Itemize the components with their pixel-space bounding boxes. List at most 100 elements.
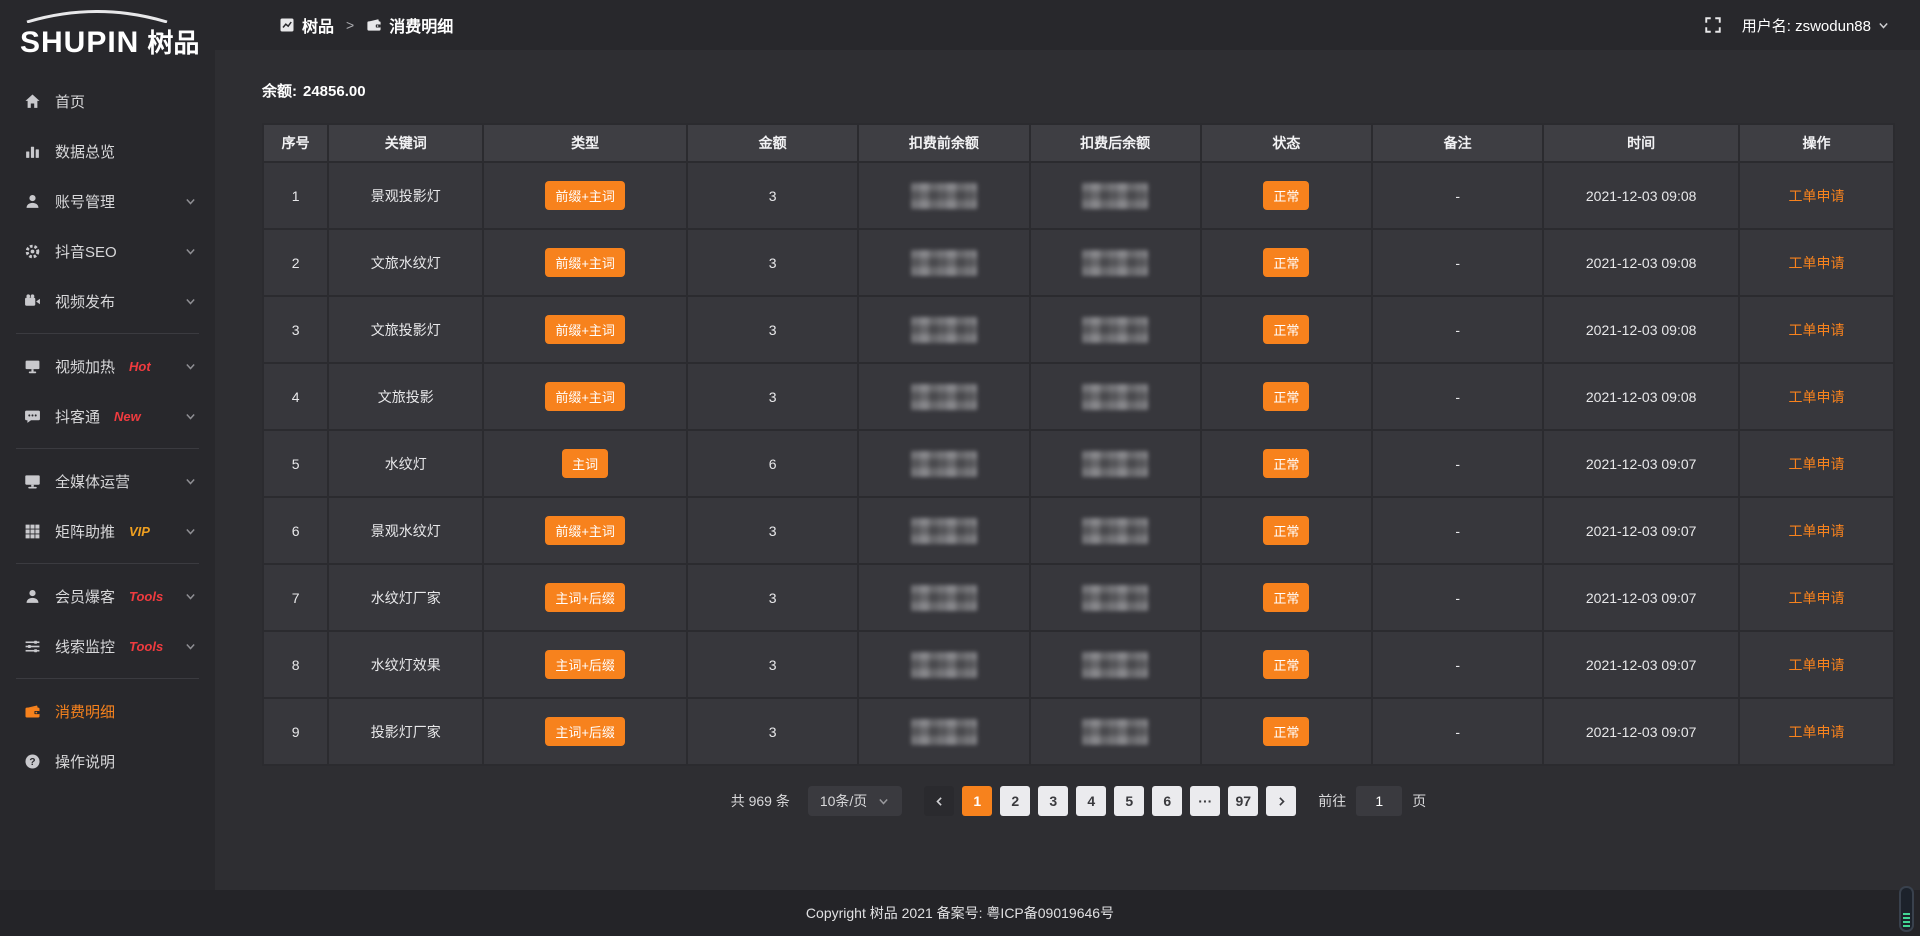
page-buttons: 1 2 3 4 5 6 ··· 97 bbox=[962, 786, 1258, 816]
cell-time: 2021-12-03 09:07 bbox=[1543, 497, 1739, 564]
type-tag: 前缀+主词 bbox=[545, 315, 625, 344]
cell-index: 7 bbox=[263, 564, 328, 631]
page-button[interactable]: 2 bbox=[1000, 786, 1030, 816]
sidebar-item[interactable]: 线索监控 Tools bbox=[0, 621, 215, 671]
cell-action: 工单申请 bbox=[1739, 363, 1894, 430]
sidebar-item-icon bbox=[24, 143, 41, 160]
sidebar-item[interactable]: 抖客通 New bbox=[0, 391, 215, 441]
work-order-link[interactable]: 工单申请 bbox=[1789, 523, 1845, 539]
page-size-select[interactable]: 10条/页 bbox=[808, 786, 902, 816]
sidebar-item[interactable]: 视频发布 bbox=[0, 276, 215, 326]
column-header: 金额 bbox=[687, 124, 858, 162]
cell-balance-before bbox=[858, 564, 1029, 631]
prev-page-button[interactable] bbox=[924, 786, 954, 816]
table-header-row: 序号关键词类型金额扣费前余额扣费后余额状态备注时间操作 bbox=[263, 124, 1894, 162]
chevron-down-icon bbox=[184, 525, 197, 538]
sidebar-item-icon: ? bbox=[24, 753, 41, 770]
cell-amount: 3 bbox=[687, 229, 858, 296]
cell-balance-after bbox=[1030, 564, 1201, 631]
sidebar-item[interactable]: 账号管理 bbox=[0, 176, 215, 226]
cell-index: 1 bbox=[263, 162, 328, 229]
balance-row: 余额:24856.00 bbox=[262, 80, 1895, 101]
status-tag: 正常 bbox=[1263, 583, 1309, 612]
cell-status: 正常 bbox=[1201, 363, 1372, 430]
sidebar-item-badge: Tools bbox=[129, 589, 163, 604]
page-button[interactable]: 4 bbox=[1076, 786, 1106, 816]
page-button[interactable]: 5 bbox=[1114, 786, 1144, 816]
sidebar-item-label: 会员爆客 bbox=[55, 586, 115, 607]
page-button[interactable]: ··· bbox=[1190, 786, 1220, 816]
sidebar-item-badge: Hot bbox=[129, 359, 151, 374]
type-tag: 前缀+主词 bbox=[545, 181, 625, 210]
redacted-balance-after bbox=[1082, 183, 1148, 209]
cell-index: 5 bbox=[263, 430, 328, 497]
sidebar-item[interactable]: 全媒体运营 bbox=[0, 456, 215, 506]
cell-status: 正常 bbox=[1201, 296, 1372, 363]
sidebar-item[interactable]: ? 操作说明 bbox=[0, 736, 215, 786]
sidebar-item[interactable]: 抖音SEO bbox=[0, 226, 215, 276]
goto-page-input[interactable] bbox=[1356, 786, 1402, 816]
sidebar-item-label: 线索监控 bbox=[55, 636, 115, 657]
redacted-balance-after bbox=[1082, 585, 1148, 611]
column-header: 序号 bbox=[263, 124, 328, 162]
status-tag: 正常 bbox=[1263, 248, 1309, 277]
status-tag: 正常 bbox=[1263, 650, 1309, 679]
sidebar-item[interactable]: 视频加热 Hot bbox=[0, 341, 215, 391]
next-page-button[interactable] bbox=[1266, 786, 1296, 816]
app-layout: SHUPIN 树品 首页 数据总览 bbox=[0, 0, 1920, 890]
chevron-down-icon bbox=[184, 590, 197, 603]
wallet-icon bbox=[366, 17, 382, 33]
cell-balance-after bbox=[1030, 162, 1201, 229]
work-order-link[interactable]: 工单申请 bbox=[1789, 389, 1845, 405]
page-button[interactable]: 1 bbox=[962, 786, 992, 816]
work-order-link[interactable]: 工单申请 bbox=[1789, 724, 1845, 740]
sidebar-item[interactable]: 会员爆客 Tools bbox=[0, 571, 215, 621]
fullscreen-icon[interactable] bbox=[1704, 16, 1722, 34]
status-tag: 正常 bbox=[1263, 717, 1309, 746]
work-order-link[interactable]: 工单申请 bbox=[1789, 590, 1845, 606]
work-order-link[interactable]: 工单申请 bbox=[1789, 322, 1845, 338]
page-button[interactable]: 97 bbox=[1228, 786, 1258, 816]
breadcrumb-item-current[interactable]: 消费明细 bbox=[366, 13, 453, 37]
work-order-link[interactable]: 工单申请 bbox=[1789, 255, 1845, 271]
redacted-balance-before bbox=[911, 652, 977, 678]
sidebar-item[interactable]: 首页 bbox=[0, 76, 215, 126]
chevron-down-icon bbox=[184, 195, 197, 208]
breadcrumb-item-home[interactable]: 树品 bbox=[279, 13, 334, 37]
sidebar-item[interactable]: 消费明细 bbox=[0, 686, 215, 736]
cell-balance-before bbox=[858, 497, 1029, 564]
cell-balance-after bbox=[1030, 296, 1201, 363]
cell-index: 6 bbox=[263, 497, 328, 564]
cell-amount: 3 bbox=[687, 497, 858, 564]
chevron-left-icon bbox=[933, 795, 946, 808]
sidebar-item[interactable]: 矩阵助推 VIP bbox=[0, 506, 215, 556]
balance-value: 24856.00 bbox=[303, 83, 366, 100]
logo-arc bbox=[22, 10, 172, 23]
breadcrumb-separator: > bbox=[346, 17, 354, 33]
cell-action: 工单申请 bbox=[1739, 162, 1894, 229]
cell-action: 工单申请 bbox=[1739, 698, 1894, 765]
cell-type: 主词 bbox=[483, 430, 687, 497]
topbar: 树品 > 消费明细 用户名: zswodun88 bbox=[215, 0, 1920, 50]
user-menu[interactable]: 用户名: zswodun88 bbox=[1742, 15, 1890, 36]
cell-time: 2021-12-03 09:08 bbox=[1543, 162, 1739, 229]
redacted-balance-before bbox=[911, 384, 977, 410]
sidebar-item-label: 全媒体运营 bbox=[55, 471, 130, 492]
sidebar-item-label: 账号管理 bbox=[55, 191, 115, 212]
cell-type: 前缀+主词 bbox=[483, 497, 687, 564]
cell-status: 正常 bbox=[1201, 564, 1372, 631]
cell-status: 正常 bbox=[1201, 162, 1372, 229]
cell-keyword: 文旅水纹灯 bbox=[328, 229, 483, 296]
page-button[interactable]: 3 bbox=[1038, 786, 1068, 816]
sidebar-item-icon bbox=[24, 703, 41, 720]
work-order-link[interactable]: 工单申请 bbox=[1789, 657, 1845, 673]
status-tag: 正常 bbox=[1263, 516, 1309, 545]
sidebar: SHUPIN 树品 首页 数据总览 bbox=[0, 0, 215, 890]
goto-page: 前往 页 bbox=[1318, 786, 1426, 816]
work-order-link[interactable]: 工单申请 bbox=[1789, 188, 1845, 204]
page-button[interactable]: 6 bbox=[1152, 786, 1182, 816]
cell-amount: 3 bbox=[687, 363, 858, 430]
consumption-table: 序号关键词类型金额扣费前余额扣费后余额状态备注时间操作 1 景观投影灯 前缀+主… bbox=[262, 123, 1895, 766]
sidebar-item[interactable]: 数据总览 bbox=[0, 126, 215, 176]
work-order-link[interactable]: 工单申请 bbox=[1789, 456, 1845, 472]
